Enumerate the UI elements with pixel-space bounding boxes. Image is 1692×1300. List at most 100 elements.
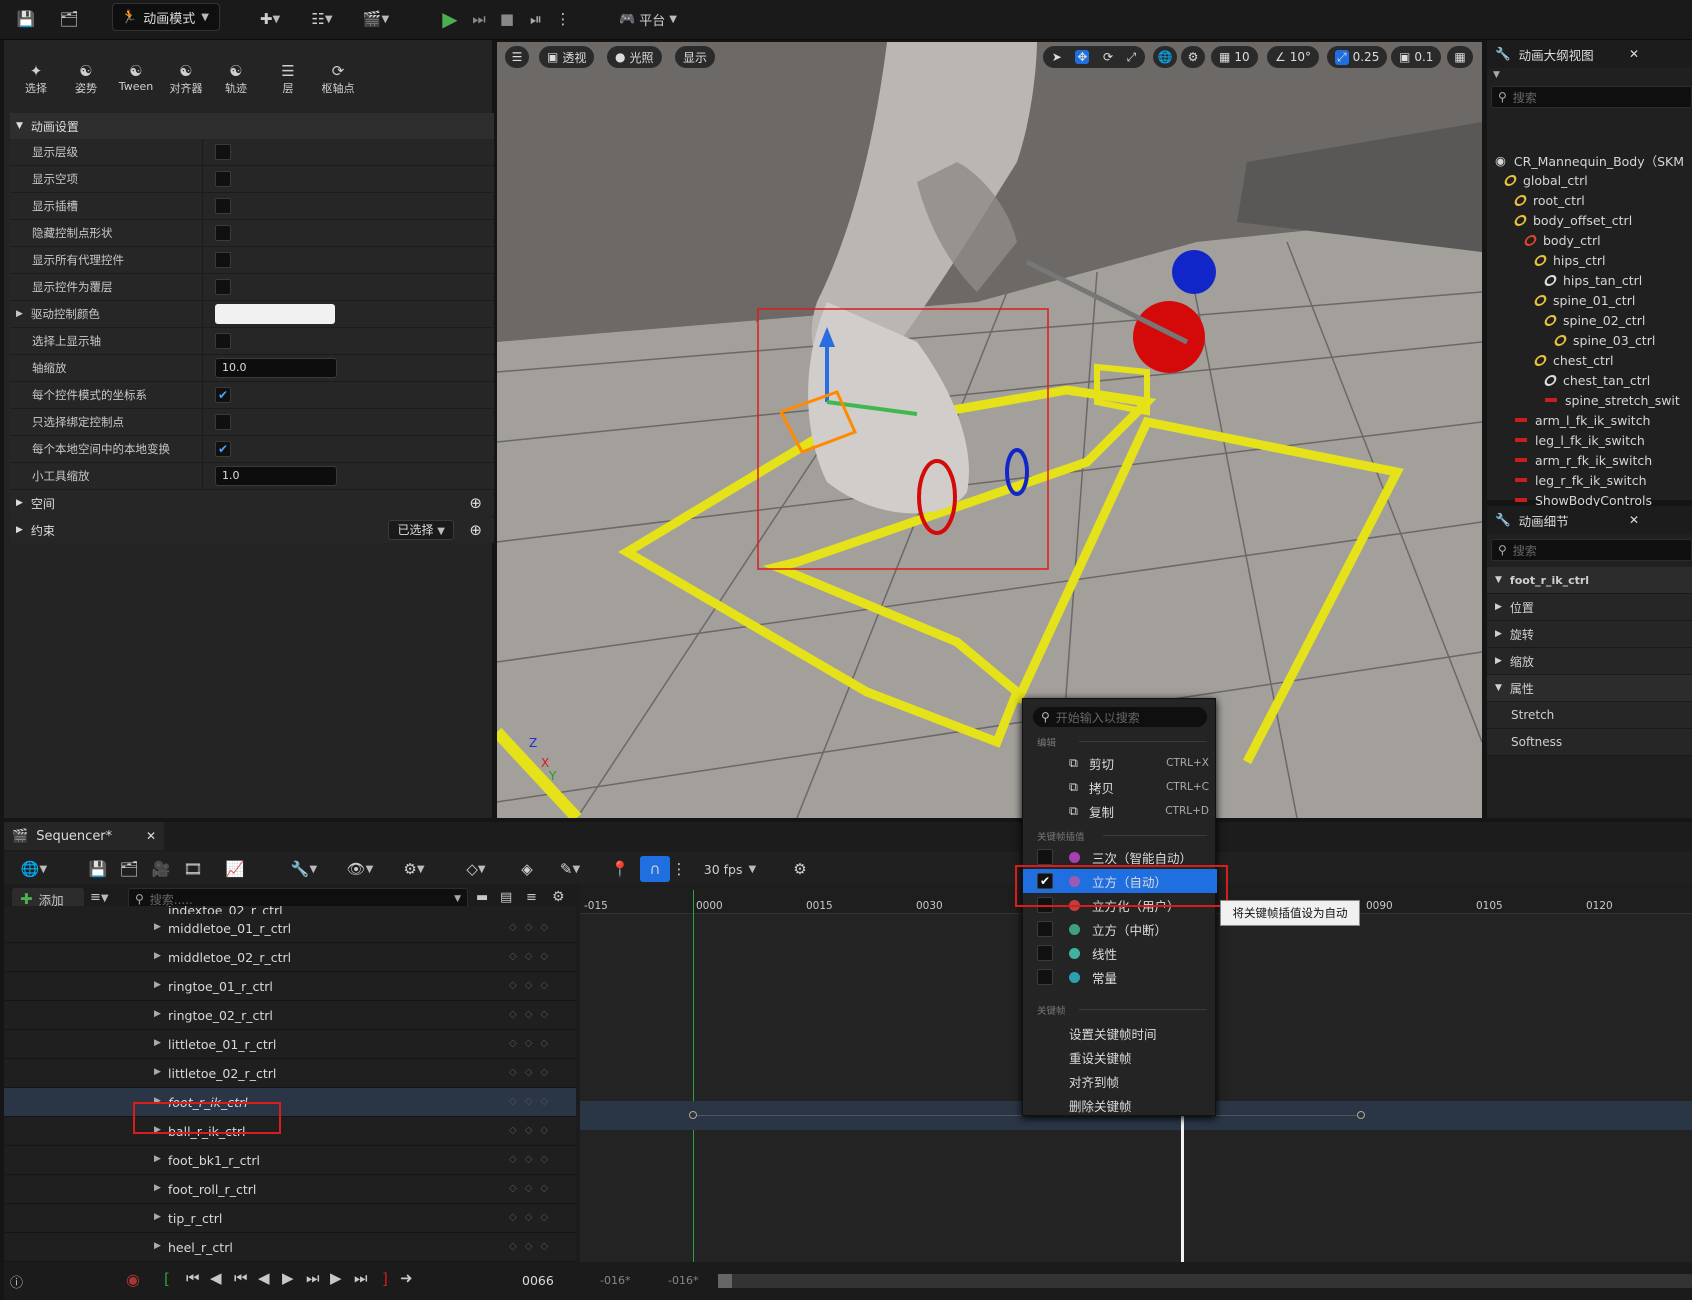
outliner-node[interactable]: chest_ctrl [1532,350,1614,370]
copy-item[interactable]: ⧉ 拷贝 CTRL+C [1023,775,1217,799]
key-nav-icons[interactable]: ◇◇◇ [509,922,556,933]
attributes-header[interactable]: ▼ 属性 [1487,675,1692,702]
key-nav-icons[interactable]: ◇◇◇ [509,1183,556,1194]
loop-icon[interactable]: ➜ [400,1269,413,1287]
view-start[interactable]: -016* [600,1274,630,1287]
scale-snap-button[interactable]: ⤢ 0.25 [1327,46,1388,68]
outliner-node[interactable]: arm_l_fk_ik_switch [1515,410,1651,430]
fps-dropdown[interactable]: 30 fps ▼ [698,856,762,882]
outliner-node[interactable]: chest_tan_ctrl [1542,370,1650,390]
set-end-icon[interactable]: ] [382,1270,388,1288]
outliner-node[interactable]: leg_r_fk_ik_switch [1515,470,1647,490]
angle-snap-button[interactable]: ∠ 10° [1267,46,1320,68]
color-swatch[interactable] [215,304,335,324]
record-icon[interactable]: ◉ [126,1270,140,1289]
track-row[interactable]: ▶ ◇◇◇ littletoe_01_r_ctrl [4,1030,576,1059]
tween-tool[interactable]: ☯ Tween [114,62,158,93]
setting-checkbox[interactable] [215,252,231,268]
track-row[interactable]: ▶ ◇◇◇ littletoe_02_r_ctrl [4,1059,576,1088]
play-icon[interactable]: ▶ [438,6,462,32]
setting-checkbox[interactable] [215,171,231,187]
save-icon[interactable]: 💾 [14,6,38,32]
track-row[interactable]: ▶ ◇◇◇ ringtoe_01_r_ctrl [4,972,576,1001]
axis-scale-input[interactable]: 10.0 [215,358,337,378]
eject-icon[interactable]: ⏯ [524,6,548,32]
outliner-node[interactable]: spine_02_ctrl [1542,310,1645,330]
constraint-dropdown[interactable]: 已选择 ▼ [388,520,454,540]
chevron-right-icon[interactable]: ▶ [154,1154,161,1164]
key-set-icon[interactable]: ◈ [516,856,538,882]
tools-icon[interactable]: 🔧 ▼ [286,856,322,882]
content-browser-icon[interactable]: 🗂 [56,6,82,32]
key-nav-icons[interactable]: ◇◇◇ [509,1038,556,1049]
chevron-right-icon[interactable]: ▶ [154,1241,161,1251]
location-row[interactable]: ▶ 位置 [1487,594,1692,621]
aligner-tool[interactable]: ☯ 对齐器 [164,62,208,96]
curve-editor-icon[interactable]: ⚙ [788,856,812,882]
outliner-node[interactable]: spine_01_ctrl [1532,290,1635,310]
settings-icon[interactable]: ⚙ [552,889,565,905]
anim-settings-header[interactable]: ▼ 动画设置 [10,113,494,139]
translate-icon[interactable]: ✥ [1075,50,1090,64]
details-search[interactable]: ⚲ 搜索 [1491,539,1692,561]
control-header[interactable]: ▼ foot_r_ik_ctrl [1487,567,1692,594]
camera-speed-button[interactable]: ▣ 0.1 [1391,46,1442,68]
track-row[interactable]: ▶ ◇◇◇ foot_r_ik_ctrl [4,1088,576,1117]
scale-row[interactable]: ▶ 缩放 [1487,648,1692,675]
camera-icon[interactable]: 🎥 [150,856,172,882]
expand-icon[interactable]: ▤ [500,890,512,905]
track-row[interactable]: ▶ ◇◇◇ middletoe_02_r_ctrl [4,943,576,972]
platform-dropdown[interactable]: 🎮 平台 ▼ [612,6,684,32]
next-frame-icon[interactable]: ⏭ [306,1269,320,1287]
grid-snap-button[interactable]: ▦ 10 [1211,46,1258,68]
select-mode-icon[interactable]: ➤ [1052,50,1062,64]
brush-icon[interactable]: ✎ ▼ [552,856,588,882]
collapse-icon[interactable]: ▬ [476,890,488,905]
setting-checkbox[interactable] [215,198,231,214]
keyframe[interactable] [1357,1111,1365,1119]
outliner-node[interactable]: ◉ CR_Mannequin_Body（SKM [1495,150,1684,170]
blueprint-icon[interactable]: ☷ ▼ [304,6,340,32]
next-key-icon[interactable]: ▶ [330,1269,342,1287]
eye-icon[interactable]: 👁 ▼ [342,856,378,882]
outliner-node[interactable]: spine_stretch_swit [1545,390,1680,410]
setting-checkbox[interactable]: ✔ [215,387,231,403]
softness-row[interactable]: Softness [1487,729,1692,756]
track-row[interactable]: ▶ ◇◇◇ heel_r_ctrl [4,1233,576,1262]
jump-start-icon[interactable]: ⏮ [186,1269,200,1287]
track-row[interactable]: ▶ ◇◇◇ tip_r_ctrl [4,1204,576,1233]
rekey-item[interactable]: 重设关键帧 [1023,1045,1217,1069]
key-nav-icons[interactable]: ◇◇◇ [509,1125,556,1136]
auto-key-icon[interactable]: ⚙ ▼ [396,856,432,882]
info-icon[interactable]: ⓘ [10,1272,23,1291]
setting-checkbox[interactable] [215,333,231,349]
gizmo-scale-input[interactable]: 1.0 [215,466,337,486]
outliner-tab[interactable]: 🔧 动画大纲视图 ✕ [1487,40,1692,68]
setting-checkbox[interactable] [215,144,231,160]
scale-icon[interactable]: ⤢ [1127,50,1137,65]
chevron-right-icon[interactable]: ▶ [154,951,161,961]
outliner-search[interactable]: ⚲ 搜索 [1491,86,1692,108]
chevron-right-icon[interactable]: ▶ [154,1183,161,1193]
outliner-node[interactable]: hips_tan_ctrl [1542,270,1642,290]
viewport-menu-button[interactable]: ☰ [505,46,529,68]
details-tab[interactable]: 🔧 动画细节 ✕ [1487,506,1692,534]
chevron-right-icon[interactable]: ▶ [154,922,161,932]
space-section[interactable]: ▶ 空间 ⊕ [10,490,494,516]
current-frame[interactable]: 0066 [522,1273,554,1288]
key-nav-icons[interactable]: ◇◇◇ [509,1067,556,1078]
outliner-node[interactable]: body_offset_ctrl [1512,210,1632,230]
key-nav-icons[interactable]: ◇◇◇ [509,1212,556,1223]
key-nav-icons[interactable]: ◇◇◇ [509,1096,556,1107]
outliner-node[interactable]: body_ctrl [1522,230,1601,250]
interp-item[interactable]: 常量 [1023,965,1217,989]
outliner-node[interactable]: global_ctrl [1502,170,1588,190]
show-button[interactable]: 显示 [675,46,716,68]
outliner-node[interactable]: leg_l_fk_ik_switch [1515,430,1645,450]
prev-frame-icon[interactable]: ⏮ [234,1269,248,1287]
chevron-right-icon[interactable]: ▶ [154,1212,161,1222]
add-actor-icon[interactable]: ✚ ▼ [252,6,288,32]
cinematics-icon[interactable]: 🎬 ▼ [358,6,394,32]
pivot-tool[interactable]: ⟳ 枢轴点 [316,62,360,96]
interp-checkbox[interactable] [1037,969,1053,985]
